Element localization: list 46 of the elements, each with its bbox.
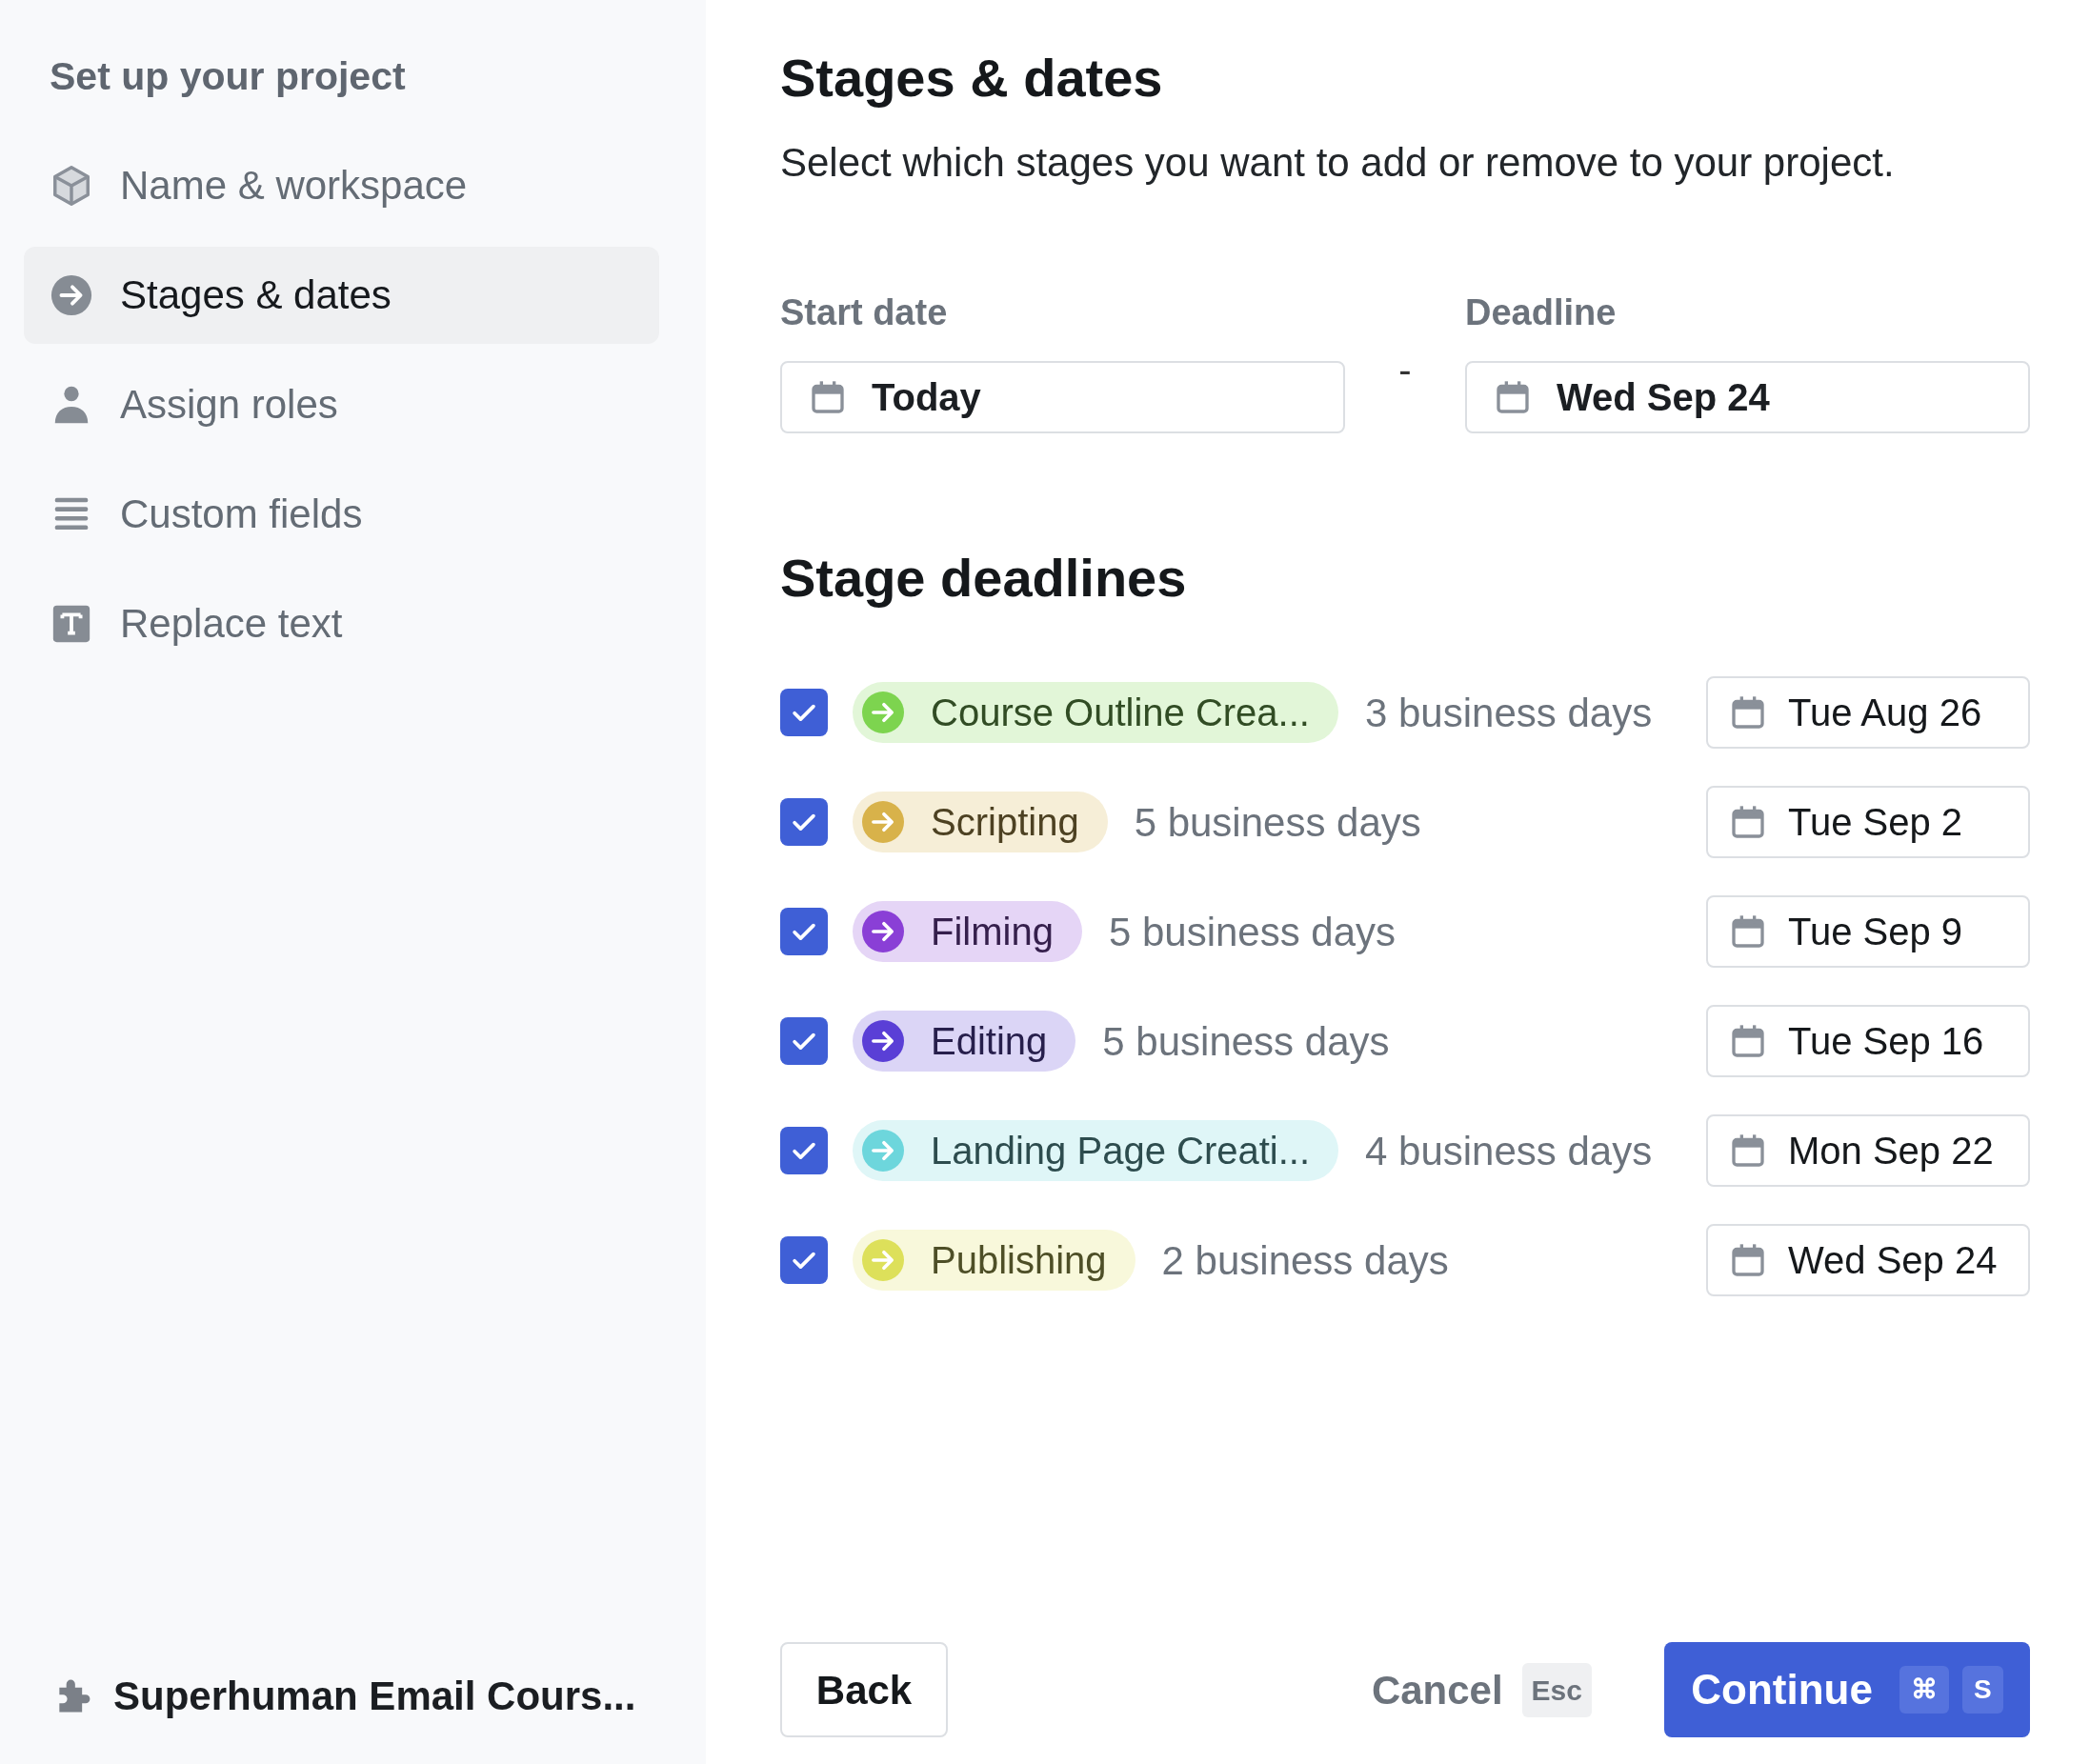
cancel-button[interactable]: Cancel [1371,1659,1503,1720]
stage-tag: Course Outline Crea... [853,682,1338,744]
checkbox[interactable] [780,1236,828,1285]
checkbox[interactable] [780,908,828,956]
page-title: Stages & dates [780,47,1164,110]
page-description: Select which stages you want to add or remove to your project. [780,139,1896,188]
stage-date-field[interactable]: Tue Aug 26 [1706,676,2030,750]
stage-date-field[interactable]: Tue Sep 9 [1706,895,2030,969]
project-name: Superhuman Email Cours... [113,1673,636,1720]
stage-duration: 3 business days [1364,689,1653,737]
checkbox[interactable] [780,689,828,737]
back-button[interactable]: Back [780,1642,948,1737]
section-title: Stage deadlines [780,547,1188,611]
arrow-circle-icon [50,272,93,317]
stage-tag: Scripting [853,792,1108,853]
date-separator: - [1397,348,1413,393]
stage-duration: 5 business days [1108,908,1397,956]
stage-tag: Editing [853,1011,1076,1072]
shortcut-key: Esc [1521,1662,1592,1717]
checkbox[interactable] [780,798,828,847]
sidebar-item[interactable]: Assign roles [24,355,659,453]
stage-duration: 4 business days [1365,1127,1653,1175]
checkbox[interactable] [780,1127,828,1175]
stage-date-field[interactable]: Mon Sep 22 [1706,1114,2030,1188]
sidebar-item[interactable]: Name & workspace [24,136,659,234]
deadline-field[interactable]: Wed Sep 24 [1465,361,2030,434]
stage-date-field[interactable]: Tue Sep 2 [1706,786,2030,859]
sidebar-item[interactable]: Replace text [24,574,659,672]
sidebar-heading: Set up your project [50,53,407,100]
continue-button[interactable]: Continue ⌘ S [1664,1642,2030,1737]
stage-tag: Publishing [853,1230,1135,1292]
start-date-field[interactable]: Today [780,361,1345,434]
field-label: Deadline [1465,291,1618,335]
shortcut-key: S [1961,1666,2003,1714]
field-label: Start date [780,291,949,335]
stage-duration: 5 business days [1102,1017,1390,1066]
checkbox[interactable] [780,1017,828,1066]
stage-duration: 2 business days [1161,1236,1449,1285]
stage-date-field[interactable]: Tue Sep 16 [1706,1005,2030,1078]
stage-tag: Landing Page Creati... [853,1120,1339,1182]
stage-date-field[interactable]: Wed Sep 24 [1706,1224,2030,1297]
sidebar-item[interactable]: Stages & dates [24,246,659,344]
stage-duration: 5 business days [1134,798,1421,847]
shortcut-key: ⌘ [1899,1666,1949,1714]
stage-tag: Filming [853,901,1082,963]
sidebar-item[interactable]: Custom fields [24,465,659,563]
